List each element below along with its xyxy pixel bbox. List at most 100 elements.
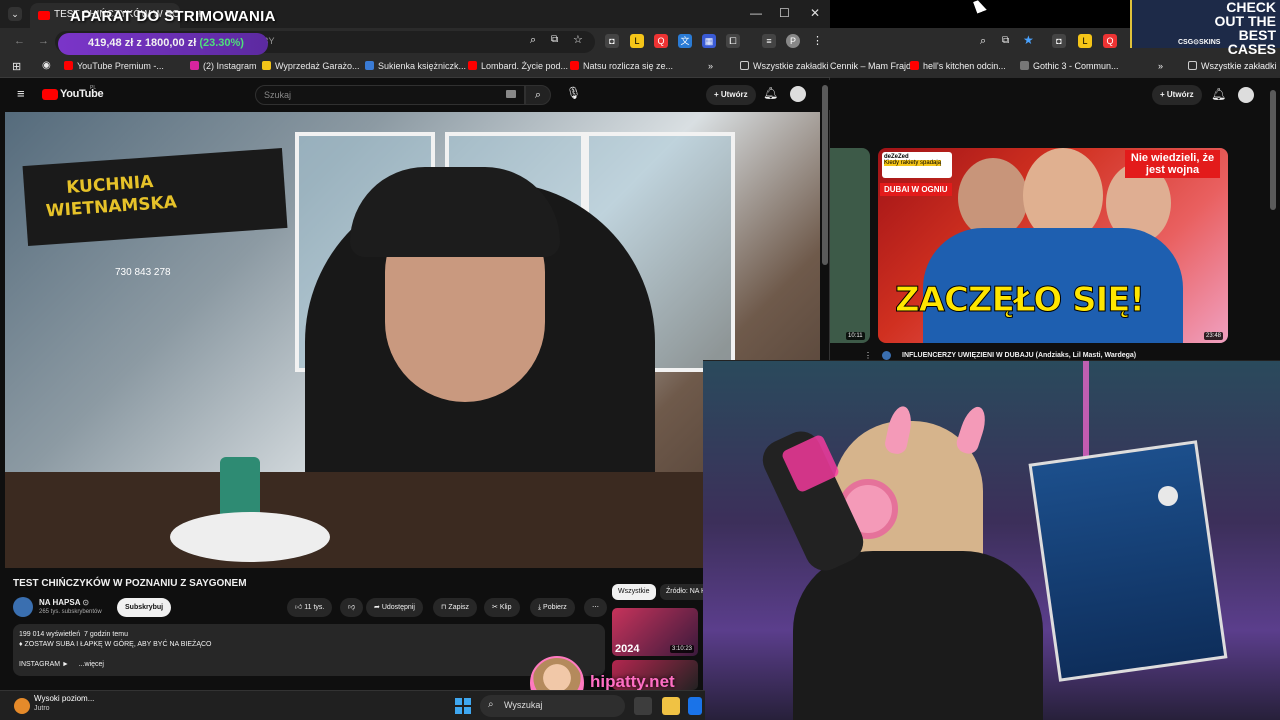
right-bookmarks-bar: Cennik – Mam Frajd... hell's kitchen odc… <box>830 56 1280 78</box>
bookmarks-overflow-icon[interactable]: » <box>1158 61 1163 71</box>
show-more-link[interactable]: ...więcej <box>79 661 104 668</box>
bookmark-item[interactable]: Lombard. Życie pod... <box>468 61 568 71</box>
bookmark-item[interactable]: Cennik – Mam Frajd... <box>830 61 919 71</box>
painting-canvas <box>1028 440 1228 682</box>
all-bookmarks-folder[interactable]: Wszystkie zakładki <box>1188 61 1277 71</box>
youtube-logo[interactable]: YouTube <box>60 88 104 100</box>
maximize-button[interactable]: ☐ <box>779 6 790 20</box>
forward-icon[interactable]: → <box>38 35 49 47</box>
extension-keep-icon[interactable]: L <box>630 34 644 48</box>
page-scrollbar[interactable] <box>1270 90 1276 210</box>
more-actions-button[interactable]: ⋯ <box>584 598 607 617</box>
channel-name[interactable]: NA HAPSA ⊙ <box>39 598 89 607</box>
share-button[interactable]: ➦ Udostępnij <box>366 598 423 617</box>
minimize-button[interactable]: — <box>750 6 762 20</box>
video-description[interactable]: 199 014 wyświetleń 7 godzin temu ♦ ZOSTA… <box>13 624 605 676</box>
recommended-year: 2024 <box>615 643 640 655</box>
keyboard-icon[interactable] <box>506 90 516 98</box>
extension-icon[interactable]: ◘ <box>1052 34 1066 48</box>
video-title[interactable]: INFLUENCERZY UWIĘZIENI W DUBAJU (Andziak… <box>902 352 1136 359</box>
hamburger-menu-icon[interactable]: ≡ <box>17 86 25 101</box>
chip-all[interactable]: Wszystkie <box>612 584 656 600</box>
bookmark-circle-icon[interactable]: ◉ <box>42 60 51 71</box>
bookmark-item[interactable]: Natsu rozlicza się ze... <box>570 61 673 71</box>
account-avatar[interactable] <box>1238 87 1254 103</box>
screen: ⌄ TEST CHIŃCZYKÓW W PO ✕ + — ☐ ✕ ← → bAg… <box>0 0 1280 720</box>
youtube-search-input[interactable]: Szukaj <box>255 85 525 105</box>
microphone-icon[interactable]: 🎙 <box>566 86 581 100</box>
all-bookmarks-folder[interactable]: Wszystkie zakładki <box>740 61 829 71</box>
video-player[interactable]: KUCHNIA WIETNAMSKA 730 843 278 <box>5 112 820 568</box>
extensions-puzzle-icon[interactable]: ⧠ <box>726 34 740 48</box>
download-button[interactable]: ⤓ Pobierz <box>530 598 575 617</box>
channel-avatar[interactable] <box>13 597 33 617</box>
extension-search-icon[interactable]: Q <box>654 34 668 48</box>
bookmark-item[interactable]: YouTube Premium -... <box>64 61 164 71</box>
youtube-favicon-icon <box>38 11 50 20</box>
bookmark-item[interactable]: Sukienka księżniczk... <box>365 61 466 71</box>
notification-title[interactable]: Wysoki poziom... <box>34 694 94 703</box>
bookmark-item[interactable]: hell's kitchen odcin... <box>910 61 1006 71</box>
zoom-icon[interactable]: ⌕ <box>530 34 536 47</box>
scissors-icon: ✂ <box>492 604 500 611</box>
video-more-icon[interactable]: ⋮ <box>864 351 872 360</box>
create-button[interactable]: + Utwórz <box>1152 85 1202 105</box>
profile-avatar[interactable]: P <box>786 34 800 48</box>
bookmark-item[interactable]: (2) Instagram <box>190 61 257 71</box>
cast-icon[interactable]: ⧉ <box>1002 35 1009 46</box>
folder-icon <box>740 61 749 70</box>
bookmarks-bar: ⊞ ◉ YouTube Premium -... (2) Instagram W… <box>0 56 830 78</box>
notifications-bell-icon[interactable]: 🔔︎ <box>1211 87 1226 101</box>
tab-search-icon[interactable]: ⌄ <box>8 7 22 21</box>
cast-icon[interactable]: ⧉ <box>551 34 558 45</box>
page-scrollbar[interactable] <box>822 85 828 265</box>
extension-search-icon[interactable]: Q <box>1103 34 1117 48</box>
subscribe-button[interactable]: Subskrybuj <box>117 598 172 617</box>
start-button-windows-icon[interactable] <box>455 698 471 714</box>
reading-list-icon[interactable]: ≡ <box>762 34 776 48</box>
extension-translate-icon[interactable]: 文 <box>678 34 692 48</box>
stream-overlay-title: APARAT DO STRIMOWANIA <box>70 8 276 25</box>
bookmark-favicon-icon <box>190 61 199 70</box>
save-button[interactable]: ⊓ Zapisz <box>433 598 478 617</box>
bookmark-item[interactable]: Wyprzedaż Garażo... <box>262 61 359 71</box>
side-video-thumbnail[interactable] <box>830 148 870 343</box>
dislike-button[interactable]: 👎︎ <box>340 598 364 617</box>
search-icon[interactable]: ⌕ <box>525 85 551 105</box>
thumb-headline: ZACZĘŁO SIĘ! <box>894 280 1145 321</box>
bookmark-star-icon[interactable]: ☆ <box>573 33 583 46</box>
youtube-logo-icon[interactable] <box>42 89 58 100</box>
bookmarks-overflow-icon[interactable]: » <box>708 61 713 71</box>
close-window-button[interactable]: ✕ <box>810 6 820 20</box>
description-links: INSTAGRAM ► ...więcej <box>19 661 104 668</box>
account-avatar[interactable] <box>790 86 806 102</box>
create-button[interactable]: + Utwórz <box>706 85 756 105</box>
extension-keep-icon[interactable]: L <box>1078 34 1092 48</box>
video-person-cap <box>350 167 560 257</box>
taskbar-search-input[interactable]: ⌕ Wyszukaj <box>480 695 625 717</box>
like-button[interactable]: 👍︎ 11 tys. <box>287 598 333 617</box>
notification-icon[interactable] <box>14 698 30 714</box>
extension-calendar-icon[interactable]: ▦ <box>702 34 716 48</box>
zoom-icon[interactable]: ⌕ <box>980 35 986 48</box>
plus-icon: + <box>714 90 721 99</box>
bookmark-star-icon[interactable]: ★ <box>1023 33 1034 47</box>
share-icon: ➦ <box>374 604 382 611</box>
apps-grid-icon[interactable]: ⊞ <box>12 60 21 73</box>
recommended-duration: 3:10:23 <box>670 645 695 653</box>
bookmark-item[interactable]: Gothic 3 - Commun... <box>1020 61 1119 71</box>
channel-avatar[interactable] <box>882 351 891 360</box>
browser-menu-icon[interactable]: ⋮ <box>812 34 823 47</box>
clip-button[interactable]: ✂ Klip <box>484 598 520 617</box>
back-icon[interactable]: ← <box>14 35 25 47</box>
file-explorer-icon[interactable] <box>662 697 680 715</box>
painted-moon <box>1158 486 1178 506</box>
notifications-bell-icon[interactable]: 🔔︎ <box>763 86 778 100</box>
verified-icon: ⊙ <box>82 598 90 607</box>
thumb-dubai-label: DUBAI W OGNIU <box>880 183 952 196</box>
table <box>5 472 705 568</box>
extension-icon[interactable]: ◘ <box>605 34 619 48</box>
bookmark-favicon-icon <box>468 61 477 70</box>
browser-taskbar-icon[interactable] <box>688 697 702 715</box>
task-view-icon[interactable] <box>634 697 652 715</box>
